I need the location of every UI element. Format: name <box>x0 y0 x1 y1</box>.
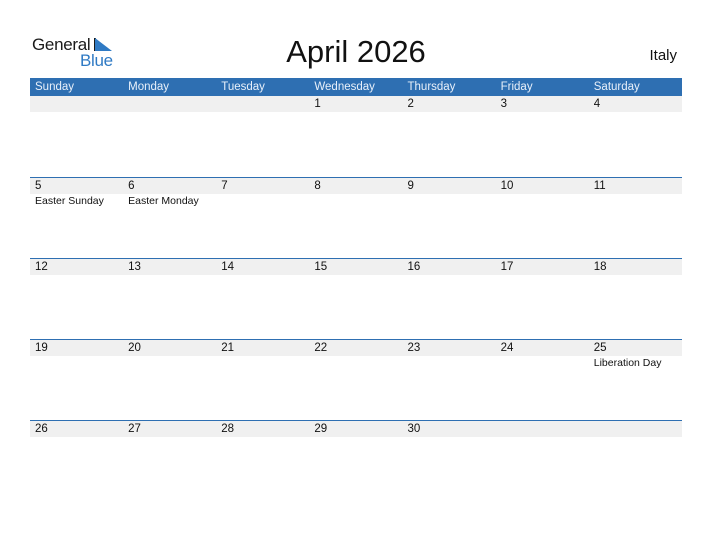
weekday-header: Sunday Monday Tuesday Wednesday Thursday… <box>30 78 682 96</box>
day-number <box>496 421 589 437</box>
day-number: 5 <box>35 180 42 192</box>
country-label: Italy <box>649 47 677 64</box>
day-number: 25 <box>593 342 607 354</box>
day-number: 17 <box>500 261 514 273</box>
calendar-grid: Sunday Monday Tuesday Wednesday Thursday… <box>30 78 682 501</box>
holiday-label <box>403 356 496 370</box>
day-number: 20 <box>128 342 141 354</box>
day-number: 11 <box>593 180 606 192</box>
holiday-label <box>496 356 589 370</box>
day-number: 22 <box>314 342 328 354</box>
weekday-friday: Friday <box>500 81 533 93</box>
day-number: 18 <box>593 261 607 273</box>
date-strip: 26 27 28 29 30 <box>30 421 682 437</box>
day-number: 2 <box>407 98 414 110</box>
day-number: 13 <box>128 261 141 273</box>
holiday-label: Liberation Day <box>593 357 662 369</box>
day-number: 21 <box>221 342 235 354</box>
holiday-label <box>216 194 309 208</box>
date-strip: 12 13 14 15 16 17 18 <box>30 259 682 275</box>
day-number: 14 <box>221 261 235 273</box>
day-number: 30 <box>407 423 421 435</box>
holiday-label <box>309 194 402 208</box>
day-number: 6 <box>128 180 135 192</box>
week-row: 12 13 14 15 16 17 18 <box>30 258 682 339</box>
day-number: 29 <box>314 423 328 435</box>
weekday-saturday: Saturday <box>593 81 640 93</box>
day-number: 16 <box>407 261 421 273</box>
day-number: 28 <box>221 423 235 435</box>
day-number: 7 <box>221 180 228 192</box>
weekday-wednesday: Wednesday <box>314 81 375 93</box>
day-number: 12 <box>35 261 48 273</box>
day-number: 3 <box>500 98 508 110</box>
week-row: 5 6 7 8 9 10 11 Easter Sunday Easter Monday <box>30 177 682 258</box>
day-number <box>30 96 123 112</box>
holiday-label: Easter Sunday <box>35 195 104 207</box>
holiday-label <box>496 194 589 208</box>
weekday-monday: Monday <box>128 81 170 93</box>
day-number <box>216 96 309 112</box>
event-row: Liberation Day <box>30 356 682 370</box>
date-strip: 1 2 3 4 <box>30 96 682 112</box>
day-number: 19 <box>35 342 48 354</box>
day-number: 23 <box>407 342 421 354</box>
day-number: 10 <box>500 180 514 192</box>
day-number: 4 <box>593 98 601 110</box>
weekday-thursday: Thursday <box>407 81 456 93</box>
day-number <box>589 421 682 437</box>
day-number: 15 <box>314 261 328 273</box>
date-strip: 19 20 21 22 23 24 25 <box>30 340 682 356</box>
holiday-label <box>403 194 496 208</box>
calendar-title: April 2026 <box>286 34 426 69</box>
holiday-label <box>216 356 309 370</box>
week-row: 19 20 21 22 23 24 25 Liberation Day <box>30 339 682 420</box>
week-row: 26 27 28 29 30 <box>30 420 682 501</box>
holiday-label: Easter Monday <box>128 195 199 207</box>
date-strip: 5 6 7 8 9 10 11 <box>30 178 682 194</box>
day-number: 8 <box>314 180 321 192</box>
holiday-label <box>30 356 123 370</box>
day-number: 9 <box>407 180 414 192</box>
week-row: 1 2 3 4 <box>30 96 682 177</box>
weekday-sunday: Sunday <box>35 81 75 93</box>
weekday-tuesday: Tuesday <box>221 81 265 93</box>
event-row: Easter Sunday Easter Monday <box>30 194 682 208</box>
holiday-label <box>309 356 402 370</box>
day-number <box>123 96 216 112</box>
day-number: 24 <box>500 342 514 354</box>
holiday-label <box>123 356 216 370</box>
day-number: 1 <box>314 98 321 110</box>
day-number: 26 <box>35 423 48 435</box>
day-number: 27 <box>128 423 141 435</box>
holiday-label <box>589 194 682 208</box>
